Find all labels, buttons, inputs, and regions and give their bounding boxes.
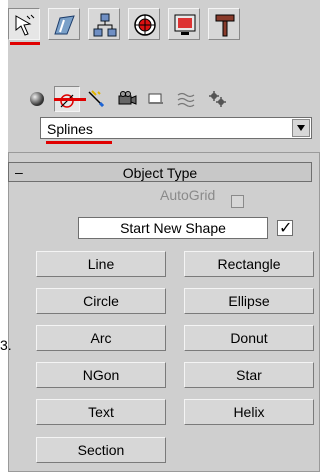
tab-utilities[interactable]	[208, 8, 240, 40]
btn-rectangle[interactable]: Rectangle	[184, 251, 314, 277]
hierarchy-icon	[93, 13, 117, 37]
tab-motion[interactable]	[128, 8, 160, 40]
helper-icon	[148, 93, 163, 104]
btn-arc[interactable]: Arc	[36, 325, 166, 351]
display-icon	[174, 14, 196, 35]
system-gear-icon	[209, 91, 226, 107]
tab-modify[interactable]	[48, 8, 80, 40]
tab-display[interactable]	[168, 8, 200, 40]
light-icon	[88, 90, 105, 108]
btn-donut[interactable]: Donut	[184, 325, 314, 351]
spacewarp-icon	[177, 92, 195, 108]
create-tab-highlight	[10, 42, 40, 45]
shapes-category-highlight	[54, 98, 86, 101]
start-new-shape-field[interactable]: Start New Shape	[78, 217, 268, 239]
rollout-title: Object Type	[122, 165, 198, 181]
btn-line[interactable]: Line	[36, 251, 166, 277]
modify-icon	[54, 15, 75, 35]
category-systems[interactable]	[204, 86, 230, 112]
btn-circle[interactable]: Circle	[36, 288, 166, 314]
hammer-icon	[215, 14, 235, 37]
category-cameras[interactable]	[114, 86, 140, 112]
shape-type-value: Splines	[47, 121, 93, 137]
sphere-icon	[30, 92, 44, 106]
btn-text[interactable]: Text	[36, 399, 166, 425]
btn-section[interactable]: Section	[36, 437, 166, 463]
btn-helix[interactable]: Helix	[184, 399, 314, 425]
autogrid-label: AutoGrid	[160, 187, 216, 203]
category-helpers[interactable]	[144, 86, 170, 112]
category-space-warps[interactable]	[174, 86, 200, 112]
btn-star[interactable]: Star	[184, 362, 314, 388]
create-arrow-icon	[15, 14, 35, 36]
btn-ellipse[interactable]: Ellipse	[184, 288, 314, 314]
autogrid-checkbox[interactable]	[231, 195, 244, 208]
category-row	[8, 86, 268, 116]
shape-type-dropdown[interactable]: Splines	[40, 117, 312, 139]
tab-create[interactable]	[8, 8, 40, 40]
motion-icon	[134, 14, 156, 36]
tab-hierarchy[interactable]	[88, 8, 120, 40]
btn-ngon[interactable]: NGon	[36, 362, 166, 388]
rollout-header[interactable]: – Object Type	[8, 162, 312, 182]
category-geometry[interactable]	[24, 86, 50, 112]
start-new-shape-checkbox[interactable]: ✓	[277, 220, 293, 237]
dropdown-chevron-down-icon[interactable]	[292, 119, 310, 137]
command-tabs	[8, 8, 268, 42]
camera-icon	[118, 91, 137, 105]
margin-fragment: 3.	[0, 337, 12, 353]
splines-highlight	[46, 141, 112, 144]
category-lights[interactable]	[84, 86, 110, 112]
